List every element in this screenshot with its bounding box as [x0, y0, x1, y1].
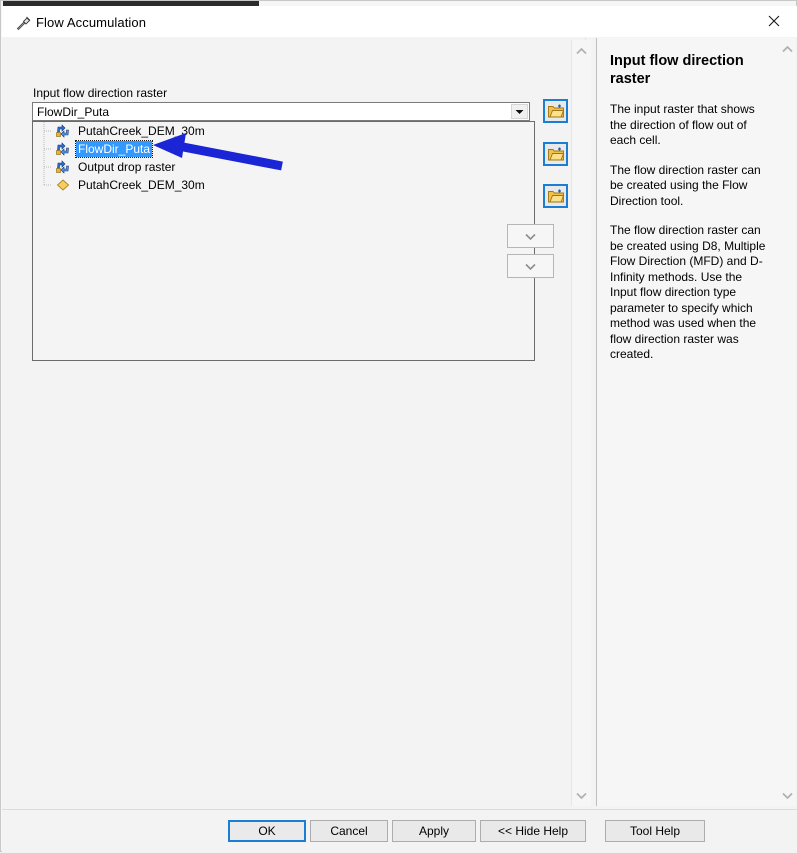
parameter-pane-scrollbar[interactable] [571, 40, 591, 806]
chevron-down-icon[interactable] [572, 786, 591, 804]
title-bar: Flow Accumulation [2, 6, 797, 38]
help-pane: Input flow direction raster The input ra… [596, 38, 796, 806]
chevron-down-icon[interactable] [511, 104, 528, 119]
chevron-down-icon [525, 259, 536, 273]
list-item[interactable]: PutahCreek_DEM_30m [33, 176, 534, 194]
close-icon[interactable] [751, 6, 797, 36]
output-data-type-combo[interactable] [507, 224, 554, 248]
apply-button[interactable]: Apply [392, 820, 476, 842]
list-item-label: PutahCreek_DEM_30m [78, 178, 205, 192]
tree-connector-icon [43, 158, 52, 176]
chevron-up-icon[interactable] [572, 42, 591, 60]
list-item[interactable]: PutahCreek_DEM_30m [33, 122, 534, 140]
input-flow-direction-raster-combo[interactable]: FlowDir_Puta [32, 102, 530, 121]
chevron-up-icon[interactable] [778, 40, 797, 58]
open-folder-icon [547, 147, 564, 161]
input-flow-direction-raster-dropdown-list[interactable]: PutahCreek_DEM_30m FlowDir_Puta Output d… [32, 121, 535, 361]
tree-connector-icon [43, 176, 52, 194]
help-paragraph: The flow direction raster can be created… [610, 223, 766, 361]
help-pane-scrollbar[interactable] [778, 38, 796, 806]
cancel-button[interactable]: Cancel [310, 820, 388, 842]
hide-help-button[interactable]: << Hide Help [480, 820, 586, 842]
parameter-pane: Input flow direction raster FlowDir_Puta [10, 38, 591, 806]
dialog-body: Input flow direction raster FlowDir_Puta [2, 37, 797, 809]
raster-layer-icon [55, 141, 71, 157]
tree-connector-icon [43, 140, 52, 158]
browse-output-accumulation-raster[interactable] [543, 142, 568, 166]
tool-help-button[interactable]: Tool Help [605, 820, 705, 842]
polygon-layer-icon [55, 177, 71, 193]
list-item-label-selected: FlowDir_Puta [74, 140, 154, 158]
list-item-label: PutahCreek_DEM_30m [78, 124, 205, 138]
help-title: Input flow direction raster [610, 53, 744, 87]
tree-connector-icon [43, 122, 52, 140]
dialog-footer: OK Cancel Apply << Hide Help Tool Help [2, 809, 797, 853]
chevron-down-icon [525, 229, 536, 243]
list-item[interactable]: FlowDir_Puta [33, 140, 534, 158]
input-flow-direction-type-combo[interactable] [507, 254, 554, 278]
help-content: Input flow direction raster The input ra… [597, 38, 778, 806]
help-paragraph: The flow direction raster can be created… [610, 162, 761, 208]
raster-layer-icon [55, 123, 71, 139]
chevron-down-icon[interactable] [778, 786, 797, 804]
browse-input-flow-direction-raster[interactable] [543, 99, 568, 123]
input-flow-direction-raster-value: FlowDir_Puta [37, 105, 110, 119]
scrollbar-track[interactable] [572, 60, 591, 786]
open-folder-icon [547, 189, 564, 203]
browse-input-weight-raster[interactable] [543, 184, 568, 208]
input-flow-direction-raster-label: Input flow direction raster [33, 86, 168, 100]
flow-accumulation-dialog: Flow Accumulation Input flow direction r… [0, 0, 797, 853]
raster-layer-icon [55, 159, 71, 175]
window-title: Flow Accumulation [36, 15, 147, 30]
list-item-label: Output drop raster [78, 160, 176, 174]
open-folder-icon [547, 104, 564, 118]
hammer-tool-icon [15, 15, 31, 31]
ok-button[interactable]: OK [228, 820, 306, 842]
help-paragraph: The input raster that shows the directio… [610, 102, 755, 147]
list-item[interactable]: Output drop raster [33, 158, 534, 176]
